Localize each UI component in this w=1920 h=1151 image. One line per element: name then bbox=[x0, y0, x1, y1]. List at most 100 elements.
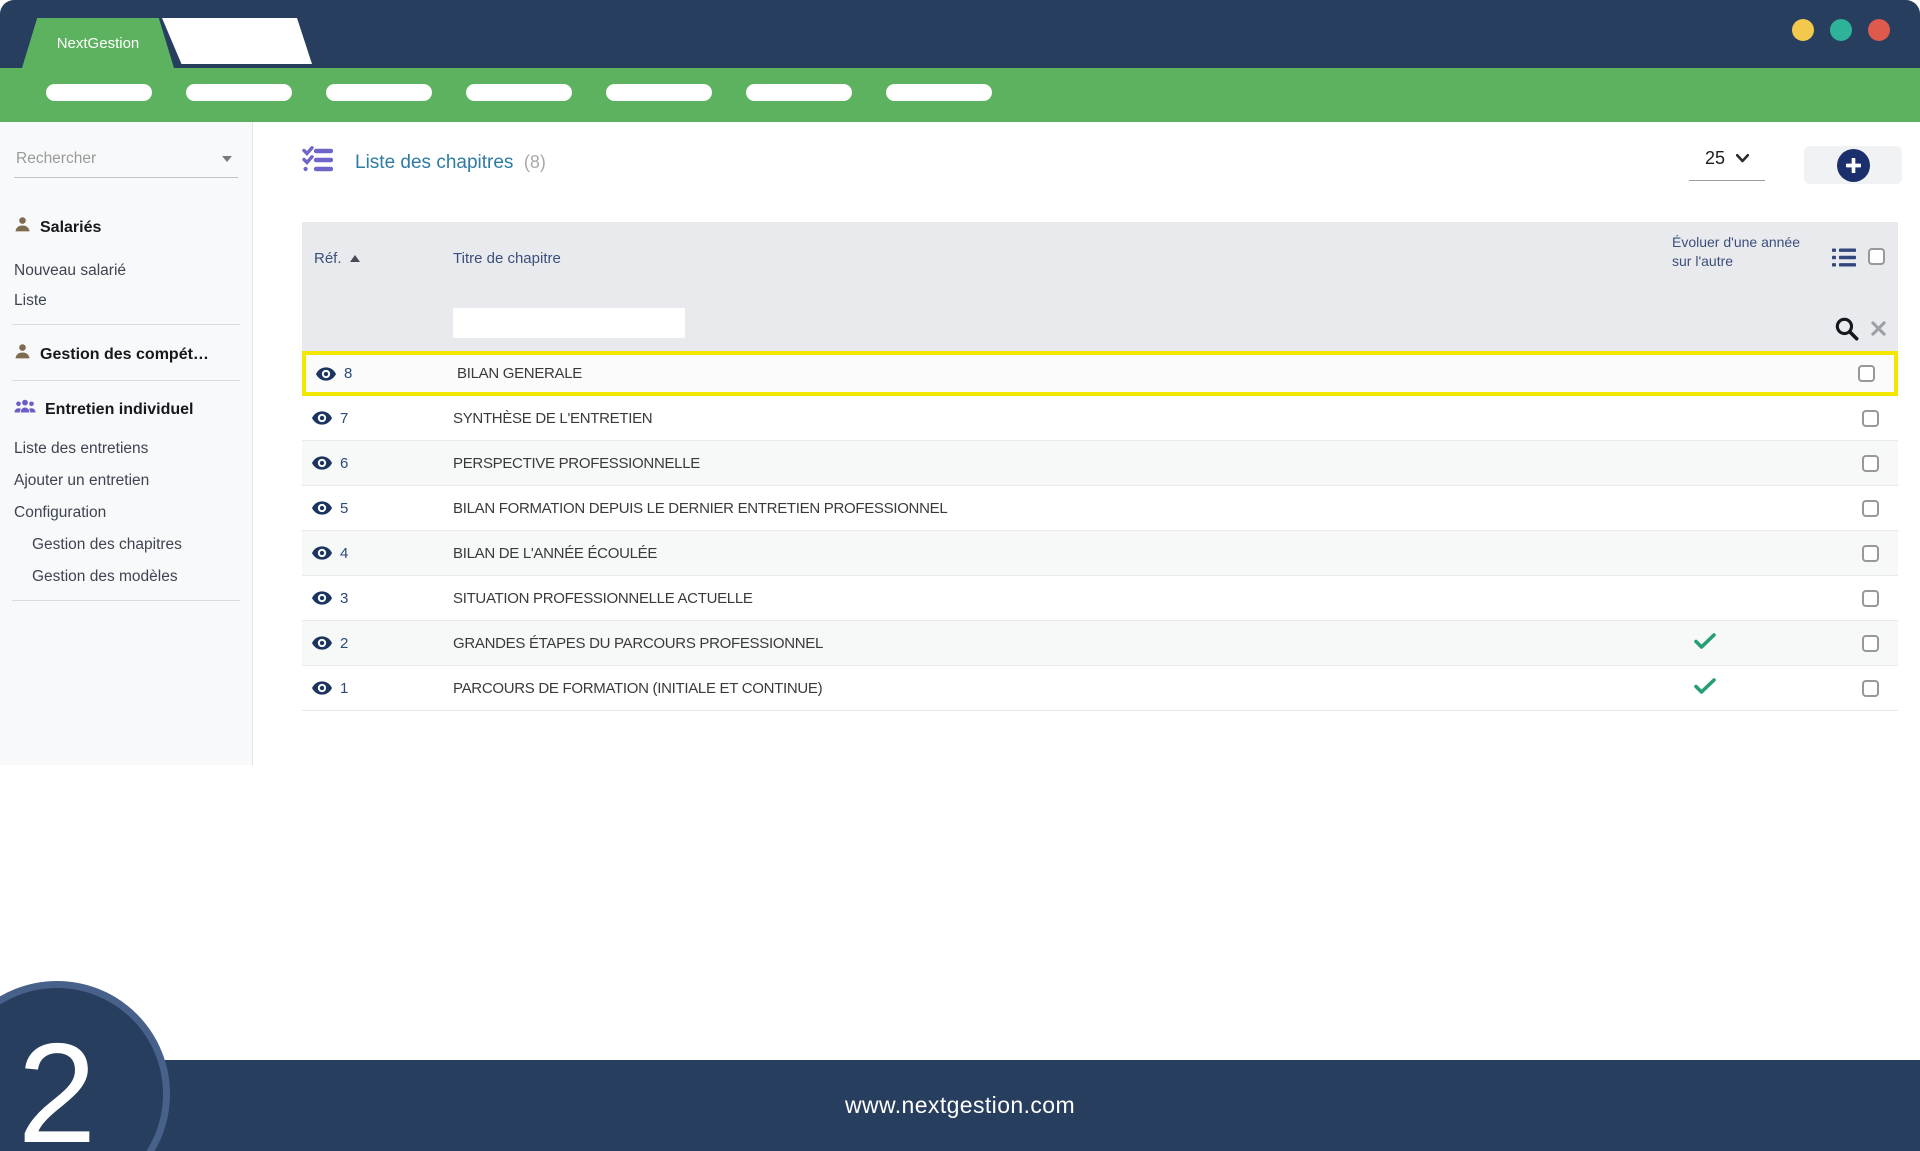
table-body: 8 BILAN GENERALE 7 SYNTHÈSE DE L' bbox=[302, 351, 1898, 711]
filter-evolve-cell bbox=[1672, 290, 1812, 351]
row-ref: 3 bbox=[340, 590, 348, 607]
sidebar-section-label: Entretien individuel bbox=[45, 399, 193, 421]
search-placeholder: Rechercher bbox=[16, 150, 96, 168]
column-header-ref[interactable]: Réf. bbox=[302, 222, 453, 290]
row-ref: 2 bbox=[340, 635, 348, 652]
table-row[interactable]: 8 BILAN GENERALE bbox=[302, 351, 1898, 396]
sidebar-item-gestion-modeles[interactable]: Gestion des modèles bbox=[32, 561, 238, 593]
search-select[interactable]: Rechercher bbox=[14, 148, 238, 178]
sidebar-section-label: Gestion des compét… bbox=[40, 344, 209, 366]
person-icon bbox=[14, 343, 31, 367]
nav-pill[interactable] bbox=[606, 84, 712, 101]
page-title: Liste des chapitres (8) bbox=[355, 152, 546, 174]
row-evolve-cell bbox=[1672, 588, 1812, 609]
page-size-select[interactable]: 25 bbox=[1689, 148, 1765, 181]
nav-placeholder-bar bbox=[0, 68, 1920, 122]
sidebar-section-entretien[interactable]: Entretien individuel bbox=[14, 399, 238, 421]
sidebar-section-salaries[interactable]: Salariés bbox=[14, 216, 238, 240]
row-evolve-cell bbox=[1672, 543, 1812, 564]
row-title: GRANDES ÉTAPES DU PARCOURS PROFESSIONNEL bbox=[453, 635, 1672, 652]
add-chapter-button[interactable] bbox=[1837, 149, 1870, 182]
eye-icon[interactable] bbox=[312, 411, 332, 425]
sidebar-item-gestion-chapitres[interactable]: Gestion des chapitres bbox=[32, 529, 238, 561]
column-header-evolve[interactable]: Évoluer d'une année sur l'autre bbox=[1672, 222, 1812, 290]
caret-down-icon bbox=[222, 156, 232, 162]
sidebar-divider bbox=[12, 380, 240, 381]
evolve-check-icon bbox=[1694, 678, 1716, 699]
sidebar-item-liste-entretiens[interactable]: Liste des entretiens bbox=[14, 433, 238, 465]
sidebar-item-configuration[interactable]: Configuration bbox=[14, 497, 238, 529]
filter-actions bbox=[1812, 290, 1898, 351]
row-checkbox[interactable] bbox=[1858, 365, 1875, 382]
row-ref-cell: 3 bbox=[302, 590, 453, 607]
eye-icon[interactable] bbox=[312, 501, 332, 515]
nav-pill[interactable] bbox=[46, 84, 152, 101]
slide-number: 2 bbox=[18, 1012, 97, 1151]
row-checkbox[interactable] bbox=[1862, 455, 1879, 472]
row-checkbox[interactable] bbox=[1862, 635, 1879, 652]
search-icon[interactable] bbox=[1834, 316, 1859, 346]
eye-icon[interactable] bbox=[312, 636, 332, 650]
row-ref-cell: 8 bbox=[306, 365, 457, 382]
window-dot bbox=[1792, 19, 1814, 41]
row-title: PERSPECTIVE PROFESSIONNELLE bbox=[453, 455, 1672, 472]
row-actions-cell bbox=[1812, 455, 1898, 472]
main: Liste des chapitres (8) 25 bbox=[253, 122, 1920, 1060]
table-row[interactable]: 1 PARCOURS DE FORMATION (INITIALE ET CON… bbox=[302, 666, 1898, 711]
row-ref-cell: 1 bbox=[302, 680, 453, 697]
eye-icon[interactable] bbox=[312, 591, 332, 605]
select-all-checkbox[interactable] bbox=[1868, 248, 1885, 265]
nav-pill[interactable] bbox=[326, 84, 432, 101]
row-ref-cell: 6 bbox=[302, 455, 453, 472]
row-checkbox[interactable] bbox=[1862, 680, 1879, 697]
table-row[interactable]: 2 GRANDES ÉTAPES DU PARCOURS PROFESSIONN… bbox=[302, 621, 1898, 666]
sidebar-item-nouveau-salarie[interactable]: Nouveau salarié bbox=[14, 256, 238, 286]
table-header-row: Réf. Titre de chapitre Évoluer d'une ann… bbox=[302, 222, 1898, 290]
content: Rechercher Salariés Nouveau salarié List… bbox=[0, 122, 1920, 1060]
row-ref-cell: 4 bbox=[302, 545, 453, 562]
topbar: NextGestion bbox=[0, 0, 1920, 68]
row-actions-cell bbox=[1812, 590, 1898, 607]
table-row[interactable]: 6 PERSPECTIVE PROFESSIONNELLE bbox=[302, 441, 1898, 486]
person-icon bbox=[14, 216, 31, 240]
row-actions-cell bbox=[1812, 410, 1898, 427]
sidebar: Rechercher Salariés Nouveau salarié List… bbox=[0, 122, 253, 765]
logo-tab[interactable]: NextGestion bbox=[22, 18, 174, 68]
clear-filter-icon[interactable] bbox=[1870, 320, 1887, 342]
sidebar-section-competences[interactable]: Gestion des compét… bbox=[14, 343, 238, 367]
nav-pill[interactable] bbox=[746, 84, 852, 101]
table-row[interactable]: 4 BILAN DE L'ANNÉE ÉCOULÉE bbox=[302, 531, 1898, 576]
list-view-icon[interactable] bbox=[1832, 248, 1856, 271]
page: NextGestion Rechercher Salariés Nouveau … bbox=[0, 0, 1920, 1151]
row-title: BILAN GENERALE bbox=[457, 365, 1668, 382]
row-ref-cell: 5 bbox=[302, 500, 453, 517]
eye-icon[interactable] bbox=[312, 546, 332, 560]
sidebar-item-liste[interactable]: Liste bbox=[14, 286, 238, 316]
row-evolve-cell bbox=[1672, 453, 1812, 474]
row-actions-cell bbox=[1812, 680, 1898, 697]
column-header-ref-label: Réf. bbox=[314, 250, 342, 267]
row-checkbox[interactable] bbox=[1862, 545, 1879, 562]
plus-icon bbox=[1846, 158, 1861, 173]
checklist-icon bbox=[302, 146, 333, 179]
table-row[interactable]: 7 SYNTHÈSE DE L'ENTRETIEN bbox=[302, 396, 1898, 441]
table-row[interactable]: 3 SITUATION PROFESSIONNELLE ACTUELLE bbox=[302, 576, 1898, 621]
add-button-group bbox=[1804, 146, 1902, 184]
row-checkbox[interactable] bbox=[1862, 410, 1879, 427]
eye-icon[interactable] bbox=[312, 456, 332, 470]
chapters-table: Réf. Titre de chapitre Évoluer d'une ann… bbox=[302, 222, 1898, 711]
sidebar-item-ajouter-entretien[interactable]: Ajouter un entretien bbox=[14, 465, 238, 497]
title-filter-input[interactable] bbox=[453, 308, 685, 338]
table-row[interactable]: 5 BILAN FORMATION DEPUIS LE DERNIER ENTR… bbox=[302, 486, 1898, 531]
nav-pill[interactable] bbox=[886, 84, 992, 101]
sort-ascending-icon bbox=[350, 255, 360, 262]
eye-icon[interactable] bbox=[316, 367, 336, 381]
row-checkbox[interactable] bbox=[1862, 590, 1879, 607]
nav-pill[interactable] bbox=[466, 84, 572, 101]
row-checkbox[interactable] bbox=[1862, 500, 1879, 517]
logo-slash-shape bbox=[162, 18, 312, 64]
column-header-title[interactable]: Titre de chapitre bbox=[453, 222, 1672, 290]
eye-icon[interactable] bbox=[312, 681, 332, 695]
logo-text: NextGestion bbox=[57, 35, 140, 52]
nav-pill[interactable] bbox=[186, 84, 292, 101]
